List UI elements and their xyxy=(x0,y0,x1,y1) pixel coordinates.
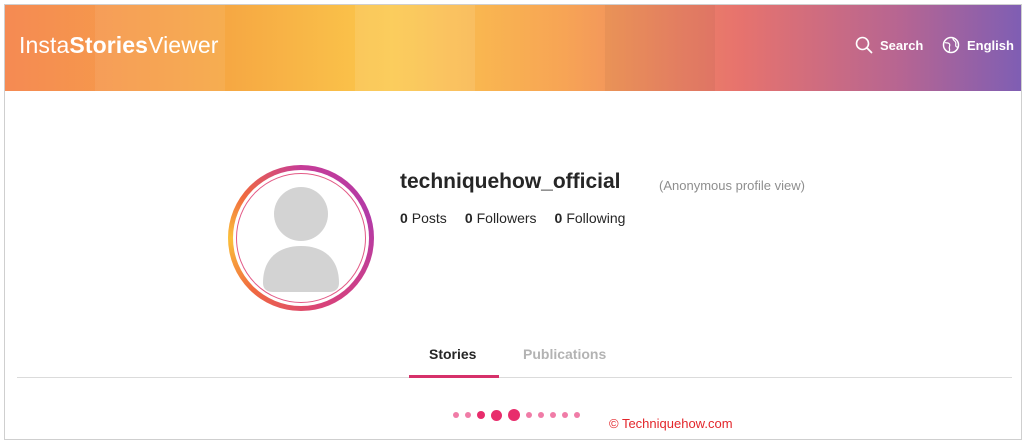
stat-label: Followers xyxy=(476,210,537,226)
loader-dot xyxy=(574,412,580,418)
loader-dot xyxy=(477,411,485,419)
search-label: Search xyxy=(880,37,924,53)
loader-dot xyxy=(550,412,556,418)
loader-dot xyxy=(491,409,502,421)
stat-value: 0 xyxy=(464,210,473,226)
profile-tabs: Stories Publications xyxy=(17,338,1012,378)
stat-following: 0 Following xyxy=(555,210,626,226)
search-button[interactable]: Search xyxy=(855,35,923,55)
logo-text-stories: Stories xyxy=(69,32,149,58)
active-tab-indicator xyxy=(409,375,499,378)
header-decoration xyxy=(355,5,475,91)
loader-dot xyxy=(562,412,568,418)
avatar-inner-ring xyxy=(236,173,366,303)
view-mode-note: (Anonymous profile view) xyxy=(659,178,805,193)
avatar-inner xyxy=(233,170,369,306)
tab-stories[interactable]: Stories xyxy=(429,346,476,362)
stat-value: 0 xyxy=(554,210,563,226)
stat-label: Following xyxy=(566,210,626,226)
stat-value: 0 xyxy=(400,210,408,226)
profile-avatar xyxy=(228,165,374,311)
loading-indicator xyxy=(453,407,586,423)
globe-icon xyxy=(942,36,960,54)
language-selector[interactable]: English xyxy=(942,35,1014,55)
language-label: English xyxy=(967,37,1014,53)
tab-publications[interactable]: Publications xyxy=(523,346,606,362)
loader-dot xyxy=(526,412,532,418)
loader-dot xyxy=(453,412,459,418)
site-logo[interactable]: Insta Stories Viewer xyxy=(19,32,219,59)
logo-text-insta: Insta xyxy=(19,32,70,58)
logo-text-viewer: Viewer xyxy=(148,32,219,58)
loader-dot xyxy=(538,412,544,418)
header-decoration xyxy=(605,5,715,91)
search-icon xyxy=(855,36,873,54)
loader-dot xyxy=(465,412,471,418)
stat-label: Posts xyxy=(411,210,447,226)
profile-stats: 0 Posts 0 Followers 0 Following xyxy=(400,210,643,226)
loader-dot xyxy=(508,409,520,421)
browser-viewport: Insta Stories Viewer Search English tech… xyxy=(4,4,1022,440)
profile-username: techniquehow_official xyxy=(400,170,621,193)
site-header: Insta Stories Viewer Search English xyxy=(5,5,1021,91)
stat-posts: 0 Posts xyxy=(400,210,447,226)
watermark-text: © Techniquehow.com xyxy=(609,416,733,431)
stat-followers: 0 Followers xyxy=(465,210,537,226)
